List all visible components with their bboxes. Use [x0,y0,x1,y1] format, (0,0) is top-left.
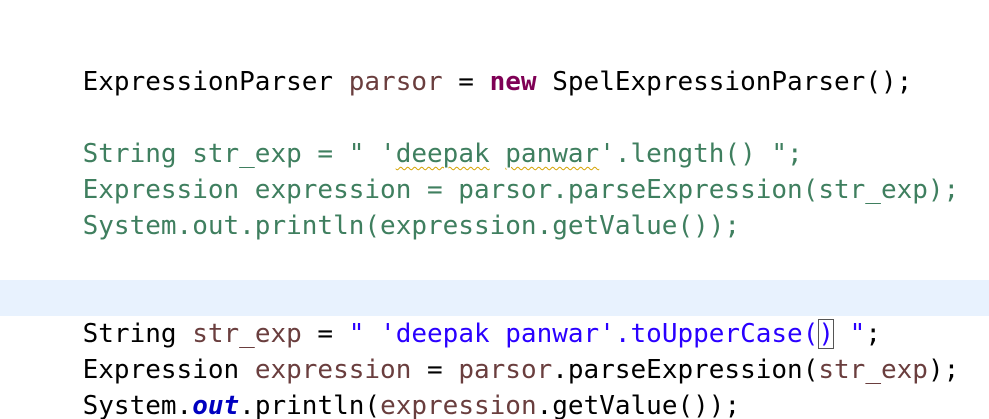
code-line-1[interactable]: ExpressionParser parsor = new SpelExpres… [0,28,989,97]
variable-name: expression [380,391,537,419]
code-line-6[interactable]: Expression expression = parsor.parseExpr… [0,316,989,385]
code-editor[interactable]: ExpressionParser parsor = new SpelExpres… [0,0,989,419]
code-line-2[interactable]: String str_exp = " 'deepak panwar'.lengt… [0,100,989,169]
class-name: System. [82,391,193,419]
operator: = [442,67,490,97]
code-line-5-current[interactable]: String str_exp = " 'deepak panwar'.toUpp… [0,280,989,349]
constructor-call: SpelExpressionParser(); [536,67,913,97]
variable-name: parsor [348,67,443,97]
method-call: .println( [239,391,381,419]
code-line-3[interactable]: Expression expression = parsor.parseExpr… [0,136,989,205]
code-line-4[interactable]: System.out.println(expression.getValue()… [0,172,989,241]
keyword-new: new [489,67,537,97]
type-name: ExpressionParser [82,67,349,97]
static-field: out [192,391,240,419]
code-line-7[interactable]: System.out.println(expression.getValue()… [0,352,989,419]
code-text: System.out.println(expression.getValue()… [82,211,741,241]
method-call: .getValue()); [536,391,741,419]
